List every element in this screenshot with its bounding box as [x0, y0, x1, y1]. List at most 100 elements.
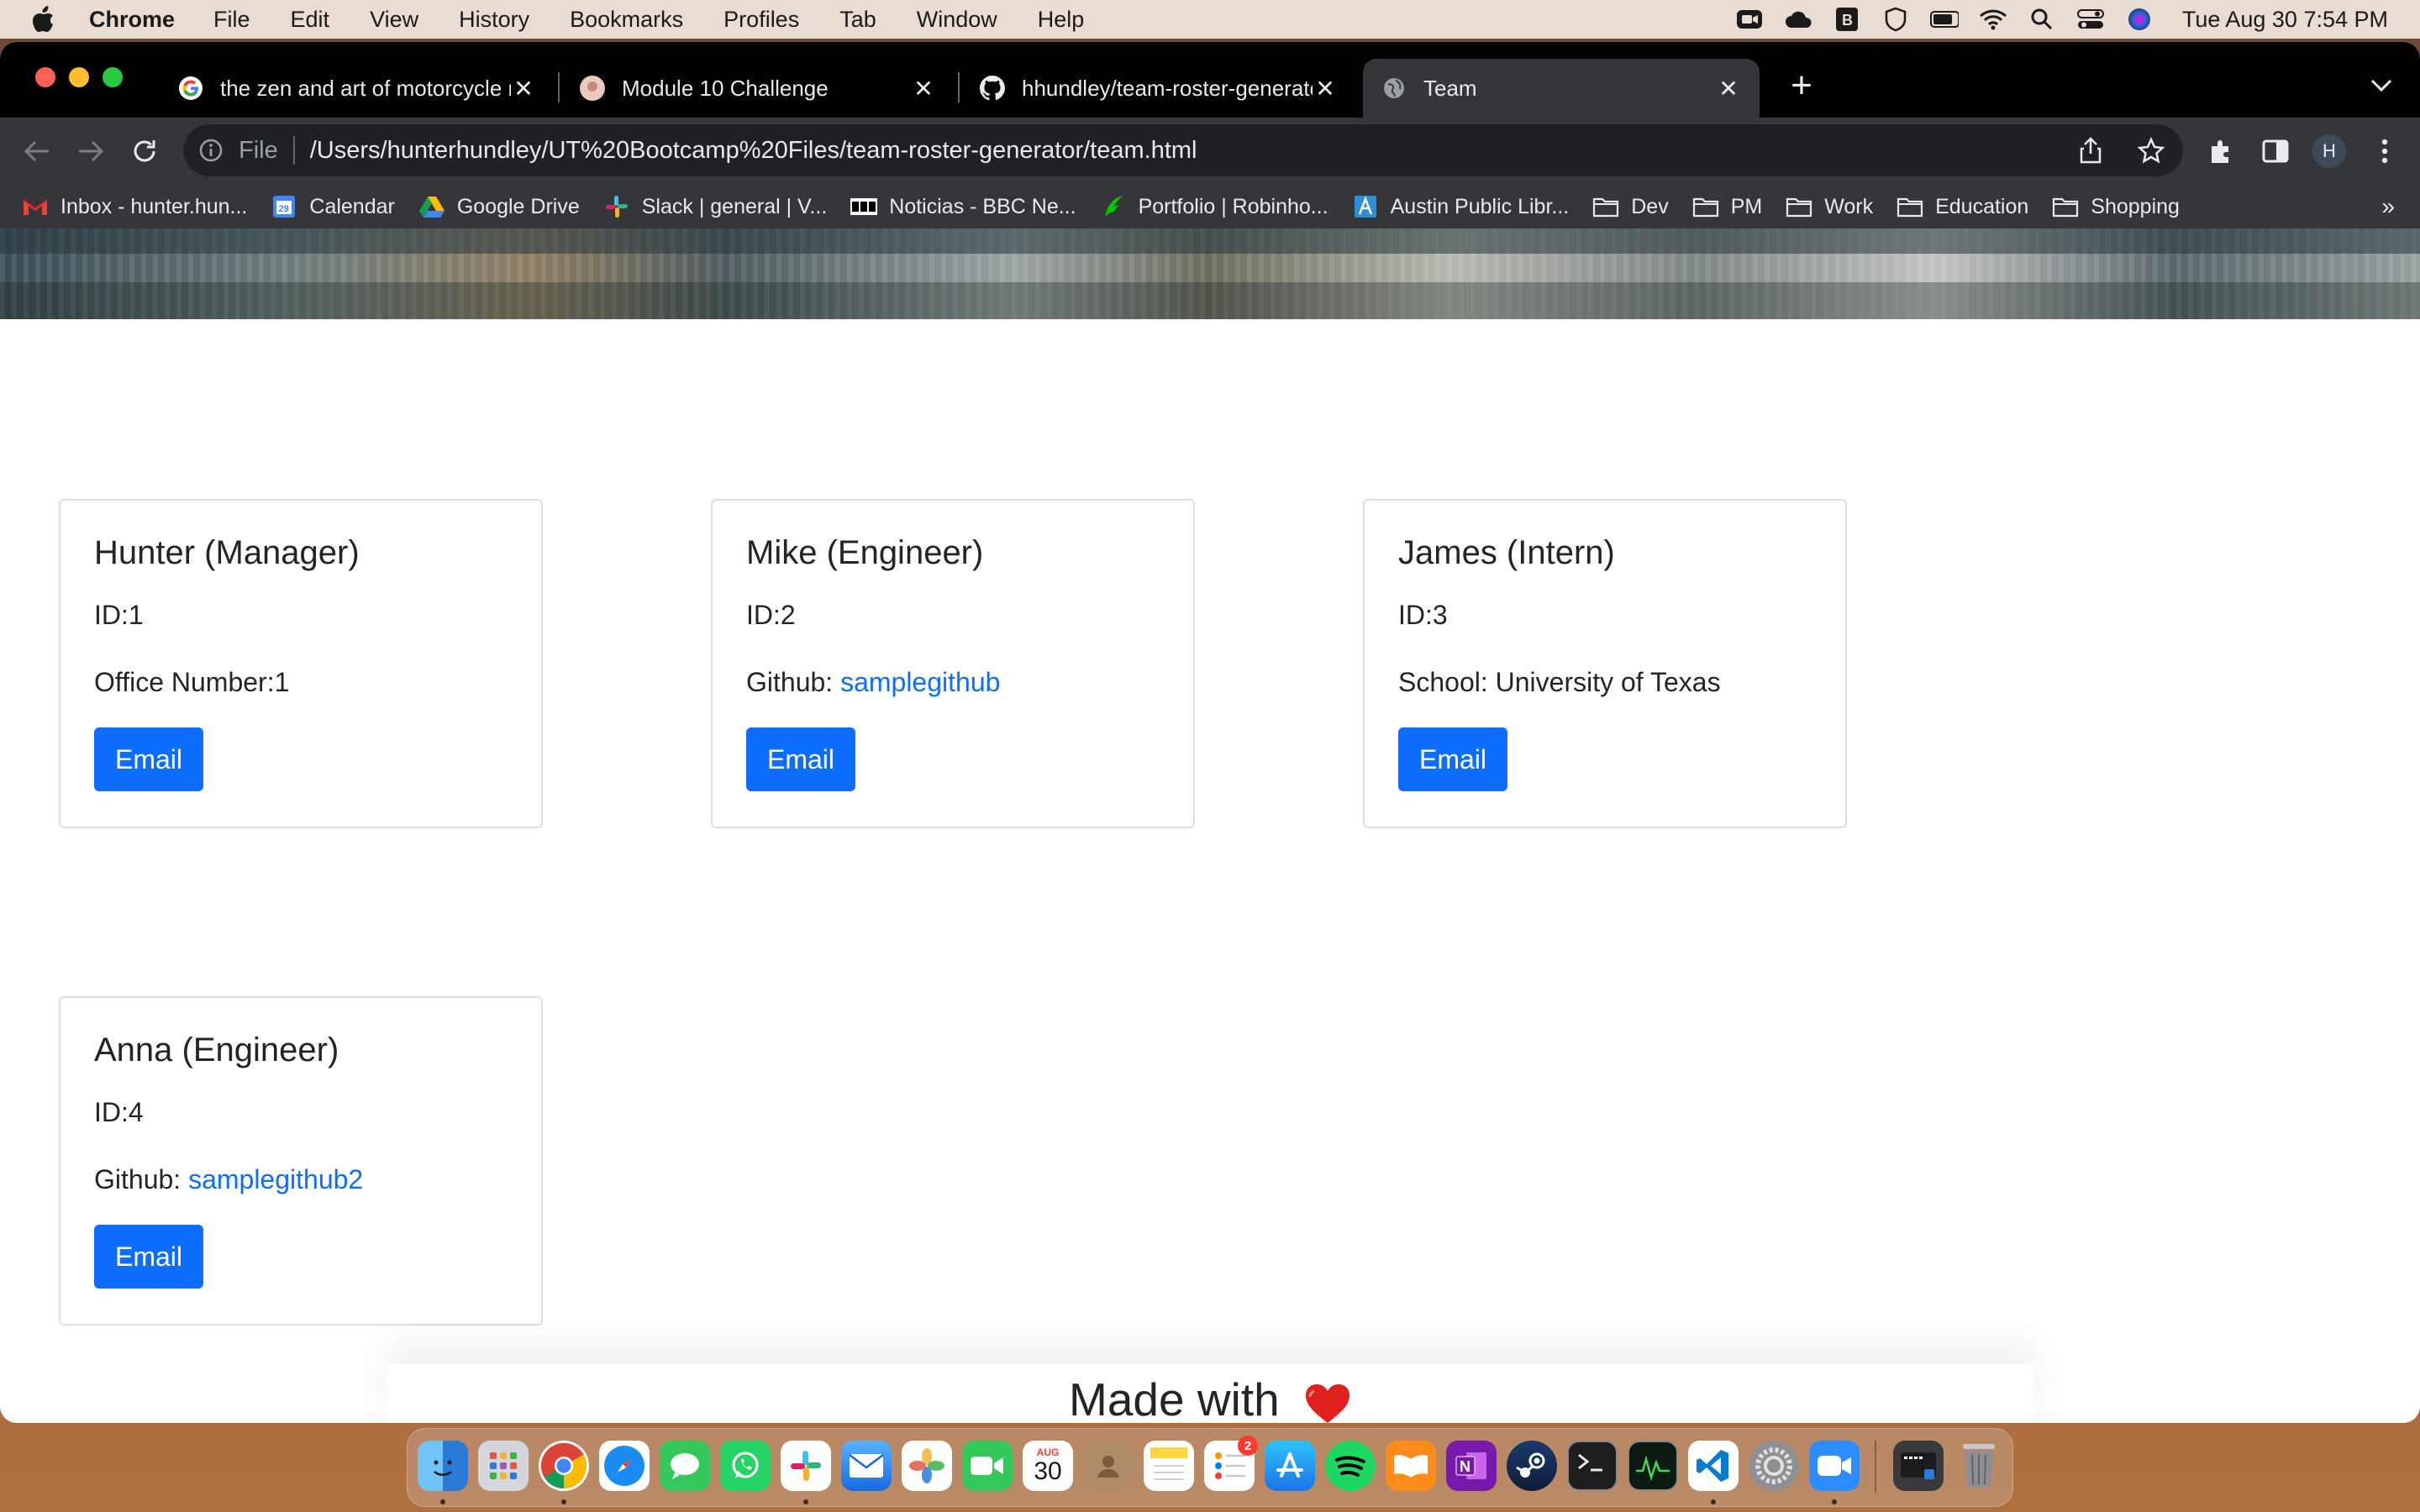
- menu-bar-clock[interactable]: Tue Aug 30 7:54 PM: [2182, 7, 2388, 33]
- github-icon: [980, 76, 1005, 101]
- messages-icon[interactable]: [660, 1441, 710, 1491]
- tab-team-active[interactable]: Team ✕: [1363, 59, 1760, 118]
- contacts-icon[interactable]: [1083, 1441, 1134, 1491]
- extensions-puzzle-icon[interactable]: [2205, 134, 2238, 168]
- vscode-icon[interactable]: [1688, 1441, 1739, 1491]
- back-arrow-icon[interactable]: [20, 134, 54, 168]
- bookmark-google-drive[interactable]: Google Drive: [418, 195, 580, 219]
- cloud-icon[interactable]: [1784, 7, 1812, 32]
- bookmark-folder-education[interactable]: Education: [1897, 195, 2028, 219]
- bookmark-austin-library[interactable]: Austin Public Libr...: [1352, 195, 1569, 219]
- running-indicator: [440, 1499, 445, 1504]
- launchpad-icon[interactable]: [478, 1441, 529, 1491]
- control-center-icon[interactable]: [2076, 7, 2105, 32]
- system-preferences-icon[interactable]: [1749, 1441, 1799, 1491]
- menu-window[interactable]: Window: [917, 7, 997, 33]
- email-button[interactable]: Email: [94, 1225, 203, 1289]
- site-info-icon[interactable]: [198, 138, 224, 163]
- close-icon[interactable]: ✕: [1716, 76, 1741, 102]
- bookmark-calendar[interactable]: 29 Calendar: [271, 195, 395, 219]
- bookmark-slack[interactable]: Slack | general | V...: [603, 195, 827, 219]
- side-panel-icon[interactable]: [2259, 134, 2292, 168]
- notes-icon[interactable]: [1144, 1441, 1194, 1491]
- menu-edit[interactable]: Edit: [291, 7, 330, 33]
- safari-icon[interactable]: [599, 1441, 650, 1491]
- new-tab-icon[interactable]: +: [1785, 65, 1818, 106]
- tab-module-10[interactable]: Module 10 Challenge ✕: [561, 59, 955, 118]
- mail-icon[interactable]: [841, 1441, 892, 1491]
- steam-icon[interactable]: [1507, 1441, 1557, 1491]
- menu-bookmarks[interactable]: Bookmarks: [570, 7, 683, 33]
- share-icon[interactable]: [2075, 135, 2106, 165]
- address-bar[interactable]: File /Users/hunterhundley/UT%20Bootcamp%…: [183, 124, 2183, 176]
- tab-search-chevron-icon[interactable]: [2366, 71, 2396, 101]
- profile-avatar[interactable]: H: [2312, 134, 2346, 168]
- menu-profiles[interactable]: Profiles: [723, 7, 799, 33]
- bookmark-star-icon[interactable]: [2136, 135, 2166, 165]
- window-zoom-button[interactable]: [103, 67, 123, 87]
- github-link[interactable]: samplegithub: [840, 667, 1000, 697]
- window-minimize-button[interactable]: [69, 67, 89, 87]
- email-button[interactable]: Email: [1398, 727, 1507, 791]
- bookmark-bbc[interactable]: Noticias - BBC Ne...: [850, 195, 1076, 219]
- facetime-icon[interactable]: [962, 1441, 1013, 1491]
- bookmark-inbox[interactable]: Inbox - hunter.hun...: [22, 195, 247, 219]
- email-button[interactable]: Email: [94, 727, 203, 791]
- menu-history[interactable]: History: [459, 7, 529, 33]
- bitwarden-icon[interactable]: B: [1833, 7, 1861, 32]
- bookmark-folder-pm[interactable]: PM: [1692, 195, 1762, 219]
- google-icon: [178, 76, 203, 101]
- whatsapp-icon[interactable]: [720, 1441, 771, 1491]
- wifi-icon[interactable]: [1979, 7, 2007, 32]
- photos-icon[interactable]: [902, 1441, 952, 1491]
- card-detail-text: School: University of Texas: [1398, 667, 1721, 697]
- close-icon[interactable]: ✕: [911, 76, 936, 102]
- spotlight-search-icon[interactable]: [2028, 7, 2056, 32]
- menu-file[interactable]: File: [213, 7, 250, 33]
- terminal-icon[interactable]: [1567, 1441, 1618, 1491]
- bookmark-label: Google Drive: [456, 194, 580, 218]
- trash-icon[interactable]: [1954, 1441, 2004, 1491]
- reminders-icon[interactable]: 2: [1204, 1436, 1258, 1491]
- zoom-icon[interactable]: [1735, 7, 1764, 32]
- github-link[interactable]: samplegithub2: [188, 1164, 363, 1194]
- close-icon[interactable]: ✕: [1313, 76, 1338, 102]
- menu-app-name[interactable]: Chrome: [89, 7, 175, 33]
- books-icon[interactable]: [1386, 1441, 1436, 1491]
- vpn-shield-icon[interactable]: [1881, 7, 1910, 32]
- app-store-icon[interactable]: [1265, 1441, 1315, 1491]
- url-text[interactable]: /Users/hunterhundley/UT%20Bootcamp%20Fil…: [310, 137, 1197, 165]
- bookmarks-overflow-chevron-icon[interactable]: »: [2381, 185, 2395, 228]
- menu-view[interactable]: View: [370, 7, 418, 33]
- slack-icon[interactable]: [781, 1441, 831, 1491]
- email-button[interactable]: Email: [746, 727, 855, 791]
- reload-icon[interactable]: [128, 134, 161, 168]
- spotify-icon[interactable]: [1325, 1441, 1376, 1491]
- menu-help[interactable]: Help: [1038, 7, 1085, 33]
- activity-monitor-icon[interactable]: [1628, 1441, 1678, 1491]
- siri-icon[interactable]: [2125, 7, 2154, 32]
- close-icon[interactable]: ✕: [511, 76, 536, 102]
- bookmark-folder-shopping[interactable]: Shopping: [2052, 195, 2180, 219]
- kebab-menu-icon[interactable]: [2368, 134, 2402, 168]
- battery-icon[interactable]: [1929, 7, 1959, 32]
- bookmark-folder-dev[interactable]: Dev: [1592, 195, 1669, 219]
- chrome-icon[interactable]: [539, 1441, 589, 1491]
- globe-icon: [1381, 76, 1407, 101]
- tab-github-repo[interactable]: hhundley/team-roster-generato ✕: [961, 59, 1356, 118]
- menu-tab[interactable]: Tab: [839, 7, 876, 33]
- tab-zen-motorcycle[interactable]: the zen and art of motorcycle m ✕: [160, 59, 555, 118]
- zoom-icon[interactable]: [1809, 1441, 1860, 1491]
- finder-icon[interactable]: [418, 1441, 468, 1491]
- apple-menu-icon[interactable]: [32, 5, 60, 34]
- window-close-button[interactable]: [35, 67, 55, 87]
- forward-arrow-icon[interactable]: [74, 134, 108, 168]
- running-indicator: [803, 1499, 808, 1504]
- omnibox-actions: [2045, 124, 2166, 176]
- bookmark-robinhood[interactable]: Portfolio | Robinho...: [1100, 195, 1328, 219]
- onenote-icon[interactable]: N: [1446, 1441, 1497, 1491]
- downloads-stack-icon[interactable]: [1893, 1441, 1944, 1491]
- calendar-icon[interactable]: AUG 30: [1023, 1441, 1073, 1491]
- bookmark-folder-work[interactable]: Work: [1786, 195, 1873, 219]
- card-title: James (Intern): [1398, 534, 1615, 571]
